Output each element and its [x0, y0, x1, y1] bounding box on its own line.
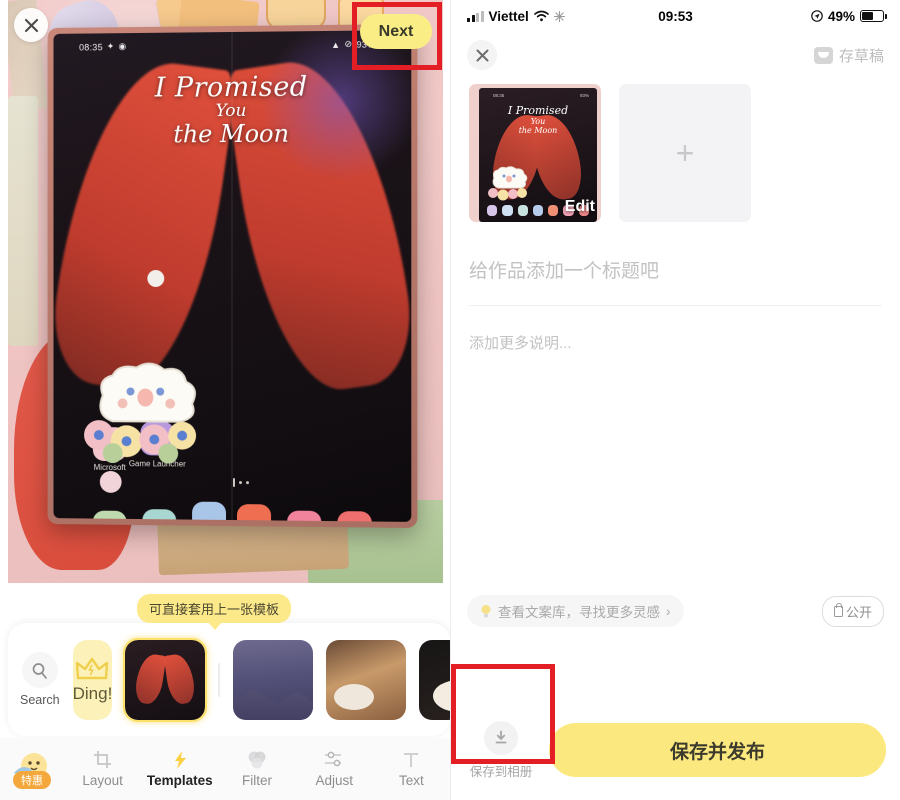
chevron-right-icon: › [666, 603, 671, 619]
save-draft-button[interactable]: 存草稿 [813, 45, 884, 66]
crown-icon [76, 657, 109, 679]
filter-circles-icon [248, 751, 266, 769]
promo-badge: 特惠 [13, 771, 51, 789]
media-thumbnail[interactable]: 08:35 93% I Promised You the Moon Edit [469, 84, 601, 222]
inspiration-row: 查看文案库，寻找更多灵感 › 公开 [451, 595, 900, 627]
description-input[interactable]: 添加更多说明... [469, 332, 882, 353]
close-icon [24, 18, 38, 32]
left-editor-screen: 08:35 ✦ ◉ ▲ ⊘ 93% ▮ I Promised [0, 0, 450, 800]
lightbulb-icon [481, 604, 491, 617]
template-search-label: Search [20, 693, 60, 707]
thumb-phone-status: 08:35 93% [493, 93, 589, 98]
media-picker-row: 08:35 93% I Promised You the Moon Edit + [451, 78, 900, 222]
template-thumb-phone[interactable] [123, 637, 208, 722]
folded-phone: 08:35 ✦ ◉ ▲ ⊘ 93% ▮ I Promised [47, 23, 418, 529]
tab-layout[interactable]: Layout [64, 750, 141, 788]
dock-icon-messages [142, 509, 177, 522]
save-to-album-button[interactable]: 保存到相册 [465, 720, 537, 780]
inbox-tray-icon [813, 46, 833, 64]
save-draft-label: 存草稿 [838, 47, 884, 65]
copywriting-library-button[interactable]: 查看文案库，寻找更多灵感 › [467, 595, 684, 627]
battery-icon [860, 10, 887, 22]
battery-percent: 49% [827, 8, 855, 24]
visibility-button[interactable]: 公开 [821, 595, 884, 627]
add-media-button[interactable]: + [619, 84, 751, 222]
title-input[interactable]: 给作品添加一个标题吧 [469, 256, 882, 283]
tab-adjust-label: Adjust [315, 773, 353, 788]
download-icon-wrap [484, 720, 518, 755]
close-icon [476, 49, 488, 61]
thumb-cloud-sticker [488, 166, 528, 201]
tab-layout-label: Layout [82, 773, 123, 788]
wifi-icon [533, 10, 549, 22]
dock-icon-gallery [287, 510, 322, 522]
save-to-album-label: 保存到相册 [469, 764, 533, 779]
signal-bars-icon [467, 10, 484, 22]
app-icon-small [99, 470, 122, 493]
template-carousel[interactable]: Search Ding! [8, 623, 450, 736]
page-indicator [232, 478, 250, 488]
template-divider [218, 662, 221, 697]
thumb-title-line2: You [530, 117, 546, 126]
edit-label[interactable]: Edit [565, 198, 595, 216]
sliders-icon [325, 751, 342, 767]
lock-icon [833, 602, 843, 617]
tab-filter-label: Filter [242, 773, 272, 788]
crop-icon [93, 751, 111, 768]
snowflake-icon [553, 10, 565, 22]
download-icon [495, 730, 507, 743]
prop-sidewall [8, 96, 38, 346]
promo-button[interactable]: 特惠 [0, 747, 64, 791]
phone-screen: 08:35 ✦ ◉ ▲ ⊘ 93% ▮ I Promised [53, 30, 412, 522]
search-icon [32, 662, 48, 679]
template-thumb-food[interactable] [326, 639, 407, 720]
template-ding-label: Ding! [72, 683, 113, 703]
editor-tab-bar[interactable]: 特惠 Layout Templates Filter Adjust Text [0, 738, 450, 800]
right-publish-screen: Viettel 09:53 49% 存草稿 08:35 93% I Promis… [450, 0, 900, 800]
visibility-label: 公开 [845, 604, 872, 620]
next-button[interactable]: Next [360, 14, 432, 49]
close-button[interactable] [14, 8, 48, 42]
close-button[interactable] [467, 40, 497, 70]
ios-status-bar: Viettel 09:53 49% [451, 0, 900, 32]
photo-preview[interactable]: 08:35 ✦ ◉ ▲ ⊘ 93% ▮ I Promised [8, 0, 443, 583]
template-thumb-dark-food[interactable] [419, 639, 450, 720]
template-tooltip: 可直接套用上一张模板 [137, 594, 292, 630]
dock-icon-camera [337, 511, 372, 522]
dock-icon-phone [92, 510, 127, 522]
tab-filter[interactable]: Filter [218, 750, 295, 788]
tab-templates[interactable]: Templates [141, 750, 218, 788]
publish-action-bar: 保存到相册 保存并发布 [451, 700, 900, 800]
publish-top-bar: 存草稿 [451, 32, 900, 78]
search-icon-wrap [21, 652, 58, 688]
tab-text-label: Text [399, 773, 424, 788]
template-search-button[interactable]: Search [20, 652, 60, 707]
dual-screenshot-container: 08:35 ✦ ◉ ▲ ⊘ 93% ▮ I Promised [0, 0, 900, 800]
status-bar-time: 09:53 [658, 8, 693, 24]
publish-button[interactable]: 保存并发布 [549, 723, 886, 777]
carrier-name: Viettel [488, 8, 529, 24]
location-arrow-icon [811, 10, 823, 22]
thumb-title-line3: the Moon [518, 126, 558, 135]
tab-text[interactable]: Text [373, 750, 450, 788]
dock-icon-internet [192, 501, 227, 522]
thumb-title: I Promised You the Moon [479, 104, 597, 135]
thumb-title-line1: I Promised [507, 104, 569, 117]
template-ding-button[interactable]: Ding! [72, 639, 113, 720]
inspiration-text: 查看文案库，寻找更多灵感 [498, 605, 660, 620]
dock-icon-store [236, 504, 272, 522]
text-T-icon [404, 753, 419, 767]
tab-adjust[interactable]: Adjust [296, 750, 373, 788]
divider [469, 305, 882, 306]
tab-templates-label: Templates [146, 773, 213, 788]
template-thumb-mountain[interactable] [233, 639, 314, 720]
cloud-sticker [84, 361, 214, 464]
lightning-icon [174, 751, 186, 769]
